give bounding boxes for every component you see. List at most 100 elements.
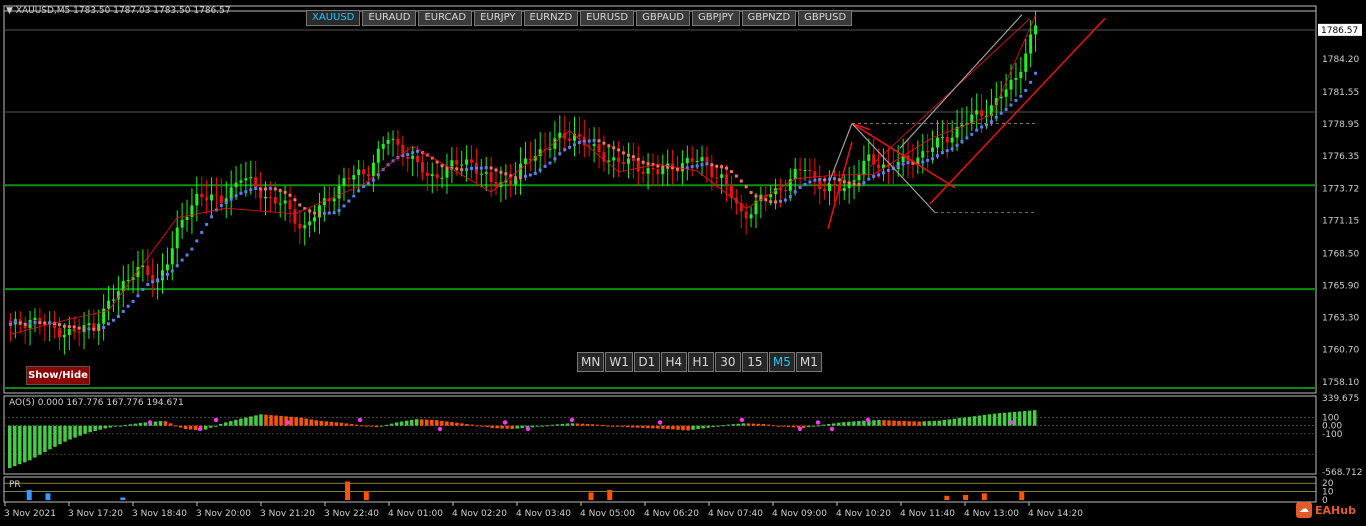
symbol-button-gbpjpy[interactable]: GBPJPY [691, 10, 740, 26]
candle-body [931, 147, 935, 152]
ao-bar [565, 423, 570, 426]
timeframe-button-h4[interactable]: H4 [660, 352, 687, 372]
ao-bar [510, 425, 514, 429]
timeframe-button-m5[interactable]: M5 [768, 352, 795, 372]
candle-body [832, 183, 836, 186]
price-axis-label: 1768.50 [1322, 249, 1359, 259]
ao-panel-frame [3, 395, 1317, 475]
ma-point [906, 161, 910, 165]
pr-bar [26, 489, 32, 500]
ma-point [484, 166, 488, 170]
candle-body [626, 158, 630, 164]
candle-body [146, 265, 150, 276]
ao-bar [304, 418, 308, 426]
ma-point [308, 209, 312, 213]
ma-point [754, 194, 758, 198]
ao-bar [832, 423, 836, 426]
symbol-button-gbpnzd[interactable]: GBPNZD [741, 10, 797, 26]
symbol-button-gbpusd[interactable]: GBPUSD [798, 10, 853, 26]
candle-body [249, 177, 253, 179]
ma-point [882, 171, 885, 175]
ao-bar [374, 425, 379, 428]
symbol-button-eurusd[interactable]: EURUSD [580, 10, 635, 26]
ma-point [43, 321, 47, 325]
ma-point [268, 186, 272, 190]
ma-point [999, 111, 1003, 115]
ao-bar [33, 425, 37, 458]
timeframe-button-d1[interactable]: D1 [633, 352, 660, 372]
ma-point [185, 253, 189, 257]
ma-point [514, 176, 518, 180]
ao-bar [138, 423, 143, 426]
ma-point [808, 180, 812, 184]
candle-body [102, 308, 106, 324]
eahub-logo: ☁ EAHub [1296, 502, 1356, 518]
candle-body [200, 193, 204, 198]
ma-point [367, 182, 370, 186]
candle-body [631, 158, 635, 161]
ao-bar [309, 419, 313, 426]
show-hide-button[interactable]: Show/Hide [26, 366, 90, 385]
ma-point [548, 161, 552, 165]
ma-point [180, 258, 184, 262]
zigzag-line [10, 15, 1036, 335]
timeframe-button-15[interactable]: 15 [741, 352, 768, 372]
ma-point [538, 168, 542, 172]
ma-point [798, 185, 802, 189]
candle-body [180, 219, 184, 228]
ma-point [131, 299, 135, 303]
ao-bar [470, 424, 474, 426]
symbol-button-euraud[interactable]: EURAUD [362, 10, 417, 26]
symbol-button-eurnzd[interactable]: EURNZD [523, 10, 579, 26]
ao-bar [711, 425, 715, 427]
ma-point [107, 322, 111, 326]
ao-bar [666, 425, 670, 429]
timeframe-button-mn[interactable]: MN [577, 352, 605, 372]
timeframe-switcher: MN W1 D1 H4 H1 30 15 M5 M1 [577, 352, 822, 372]
ma-point [474, 166, 478, 170]
ma-point [577, 140, 581, 144]
ma-point [165, 272, 169, 276]
symbol-button-eurcad[interactable]: EURCAD [418, 10, 473, 26]
trading-chart[interactable]: 1786.57 1784.20 1781.55 1778.95 1776.35 1773.… [0, 0, 1366, 526]
ao-bar [229, 421, 233, 426]
ma-point [62, 324, 66, 328]
main-panel-frame [3, 5, 1317, 394]
moving-average-series [8, 71, 1038, 331]
ao-bar [731, 424, 736, 426]
ao-bar [344, 423, 349, 426]
timeframe-button-m1[interactable]: M1 [795, 352, 822, 372]
ao-bar [736, 423, 741, 426]
ao-bar [520, 425, 524, 429]
timeframe-button-30[interactable]: 30 [714, 352, 741, 372]
symbol-switcher: XAUUSD EURAUD EURCAD EURJPY EURNZD EURUSD GBPA… [306, 10, 853, 26]
ao-bar [183, 425, 188, 430]
ma-point [705, 162, 709, 166]
ao-bar [811, 425, 816, 427]
symbol-button-eurjpy[interactable]: EURJPY [474, 10, 522, 26]
ao-bar [48, 425, 52, 450]
pr-bar [588, 492, 594, 500]
price-axis-label: 1758.10 [1322, 378, 1359, 388]
candle-body [489, 172, 493, 183]
ma-point [224, 201, 228, 205]
symbol-button-gbpaud[interactable]: GBPAUD [636, 10, 690, 26]
timeframe-button-h1[interactable]: H1 [687, 352, 714, 372]
pr-bar [1019, 491, 1025, 500]
ao-bar [158, 421, 163, 426]
ma-point [332, 211, 336, 215]
ao-bar [203, 425, 208, 430]
ma-point [636, 157, 640, 161]
candle-body [381, 143, 385, 149]
ma-point [896, 165, 900, 169]
chart-canvas[interactable]: 1786.57 1784.20 1781.55 1778.95 1776.35 1773.… [0, 0, 1366, 526]
current-price-tag-text: 1786.57 [1321, 26, 1358, 36]
symbol-button-xauusd[interactable]: XAUUSD [306, 10, 361, 26]
ma-point [317, 212, 321, 216]
candle-body [857, 174, 861, 181]
pr-histogram [26, 481, 1025, 500]
ma-point [558, 152, 562, 156]
timeframe-button-w1[interactable]: W1 [605, 352, 633, 372]
ao-bar [485, 425, 489, 428]
ma-point [901, 162, 905, 166]
